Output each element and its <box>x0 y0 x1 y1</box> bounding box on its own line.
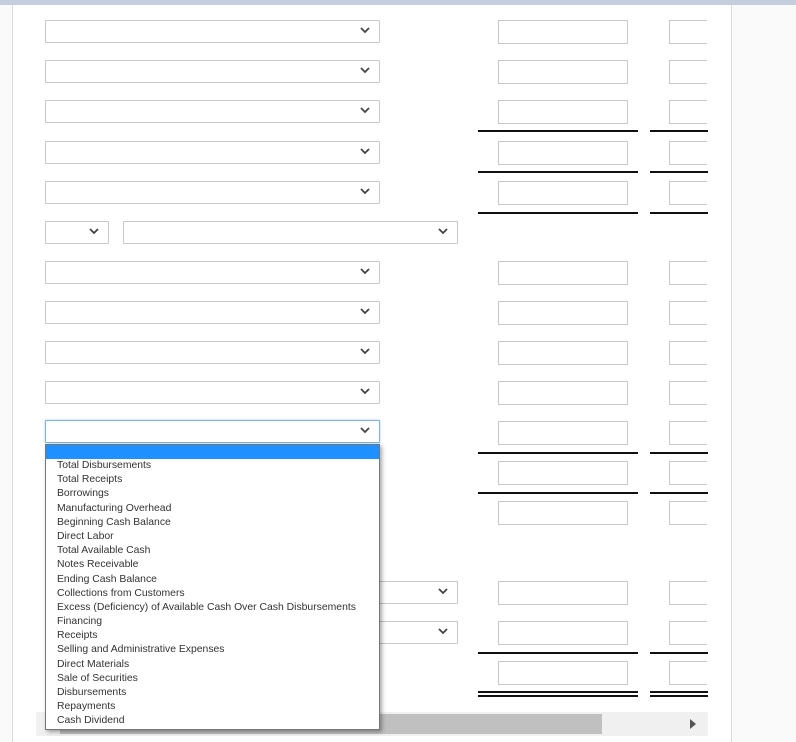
amount-input-col1[interactable] <box>498 181 628 205</box>
amount-input-col1[interactable] <box>498 20 628 44</box>
chevron-down-icon <box>438 586 448 596</box>
amount-input-col1[interactable] <box>498 621 628 645</box>
subtotal-rule <box>478 171 638 173</box>
dropdown-option[interactable]: Repayments <box>46 700 379 714</box>
subtotal-rule <box>478 212 638 214</box>
chevron-down-icon <box>360 65 370 75</box>
amount-input-col2[interactable] <box>669 421 707 445</box>
subtotal-rule <box>478 452 638 454</box>
dropdown-option[interactable]: Manufacturing Overhead <box>46 502 379 516</box>
chevron-down-icon <box>360 425 370 435</box>
dropdown-option[interactable]: Selling and Administrative Expenses <box>46 643 379 657</box>
amount-input-col2[interactable] <box>669 20 707 44</box>
dropdown-option[interactable]: Ending Cash Balance <box>46 573 379 587</box>
account-select-row-1[interactable] <box>45 20 380 43</box>
amount-input-col1[interactable] <box>498 501 628 525</box>
prefix-select[interactable] <box>45 221 109 244</box>
dropdown-option[interactable]: Excess (Deficiency) of Available Cash Ov… <box>46 601 379 615</box>
subtotal-rule <box>650 130 708 132</box>
dropdown-option[interactable]: Total Available Cash <box>46 544 379 558</box>
amount-input-col1[interactable] <box>498 421 628 445</box>
amount-input-col2[interactable] <box>669 100 707 124</box>
amount-input-col2[interactable] <box>669 581 707 605</box>
chevron-down-icon <box>360 386 370 396</box>
chevron-down-icon <box>360 105 370 115</box>
amount-input-col1[interactable] <box>498 261 628 285</box>
dropdown-option[interactable]: Sale of Securities <box>46 672 379 686</box>
subtotal-rule <box>650 171 708 173</box>
account-select-row-5[interactable] <box>45 181 380 204</box>
dropdown-option[interactable]: Notes Receivable <box>46 558 379 572</box>
dropdown-option[interactable]: Direct Labor <box>46 530 379 544</box>
account-select-row-11[interactable] <box>45 420 380 443</box>
column-2-clipped <box>669 0 707 742</box>
chevron-down-icon <box>360 346 370 356</box>
chevron-down-icon <box>438 226 448 236</box>
account-dropdown-list[interactable]: Total Disbursements Total Receipts Borrowi… <box>45 444 380 730</box>
amount-input-col1[interactable] <box>498 100 628 124</box>
amount-input-col2[interactable] <box>669 60 707 84</box>
dropdown-option[interactable]: Cash Dividend <box>46 714 379 728</box>
account-select-row-10[interactable] <box>45 381 380 404</box>
amount-input-col2[interactable] <box>669 141 707 165</box>
chevron-down-icon <box>360 146 370 156</box>
subtotal-rule <box>478 652 638 654</box>
amount-input-col1[interactable] <box>498 661 628 685</box>
chevron-down-icon <box>360 306 370 316</box>
account-select-row-8[interactable] <box>45 301 380 324</box>
dropdown-option[interactable]: Beginning Cash Balance <box>46 516 379 530</box>
amount-input-col2[interactable] <box>669 181 707 205</box>
account-select-row-9[interactable] <box>45 341 380 364</box>
amount-input-col2[interactable] <box>669 301 707 325</box>
dropdown-option[interactable]: Financing <box>46 615 379 629</box>
subtotal-rule <box>650 452 708 454</box>
account-select-row-6[interactable] <box>123 221 458 244</box>
chevron-down-icon <box>438 626 448 636</box>
amount-input-col1[interactable] <box>498 381 628 405</box>
dropdown-option[interactable]: Receipts <box>46 629 379 643</box>
amount-input-col2[interactable] <box>669 341 707 365</box>
dropdown-option[interactable]: Total Receipts <box>46 473 379 487</box>
dropdown-option[interactable]: Disbursements <box>46 686 379 700</box>
amount-input-col1[interactable] <box>498 60 628 84</box>
right-pane <box>732 5 796 742</box>
amount-input-col1[interactable] <box>498 581 628 605</box>
subtotal-rule <box>650 212 708 214</box>
account-select-row-7[interactable] <box>45 261 380 284</box>
subtotal-rule <box>650 652 708 654</box>
amount-input-col1[interactable] <box>498 141 628 165</box>
left-pane <box>0 5 13 742</box>
amount-input-col2[interactable] <box>669 501 707 525</box>
amount-input-col2[interactable] <box>669 461 707 485</box>
amount-input-col2[interactable] <box>669 261 707 285</box>
dropdown-option[interactable]: Total Disbursements <box>46 459 379 473</box>
amount-input-col1[interactable] <box>498 301 628 325</box>
scroll-right-arrow-icon[interactable] <box>690 719 696 729</box>
amount-input-col2[interactable] <box>669 381 707 405</box>
subtotal-rule <box>478 492 638 494</box>
account-select-row-4[interactable] <box>45 141 380 164</box>
dropdown-option[interactable]: Direct Materials <box>46 658 379 672</box>
chevron-down-icon <box>89 226 99 236</box>
account-select-row-3[interactable] <box>45 100 380 123</box>
subtotal-rule <box>650 492 708 494</box>
chevron-down-icon <box>360 25 370 35</box>
subtotal-rule <box>478 130 638 132</box>
dropdown-option[interactable]: Collections from Customers <box>46 587 379 601</box>
amount-input-col2[interactable] <box>669 621 707 645</box>
chevron-down-icon <box>360 186 370 196</box>
dropdown-option[interactable]: Borrowings <box>46 487 379 501</box>
amount-input-col1[interactable] <box>498 341 628 365</box>
amount-input-col2[interactable] <box>669 661 707 685</box>
total-double-rule <box>650 691 708 697</box>
chevron-down-icon <box>360 266 370 276</box>
dropdown-option-blank[interactable] <box>46 445 379 459</box>
account-select-row-2[interactable] <box>45 60 380 83</box>
amount-input-col1[interactable] <box>498 461 628 485</box>
total-double-rule <box>478 691 638 697</box>
